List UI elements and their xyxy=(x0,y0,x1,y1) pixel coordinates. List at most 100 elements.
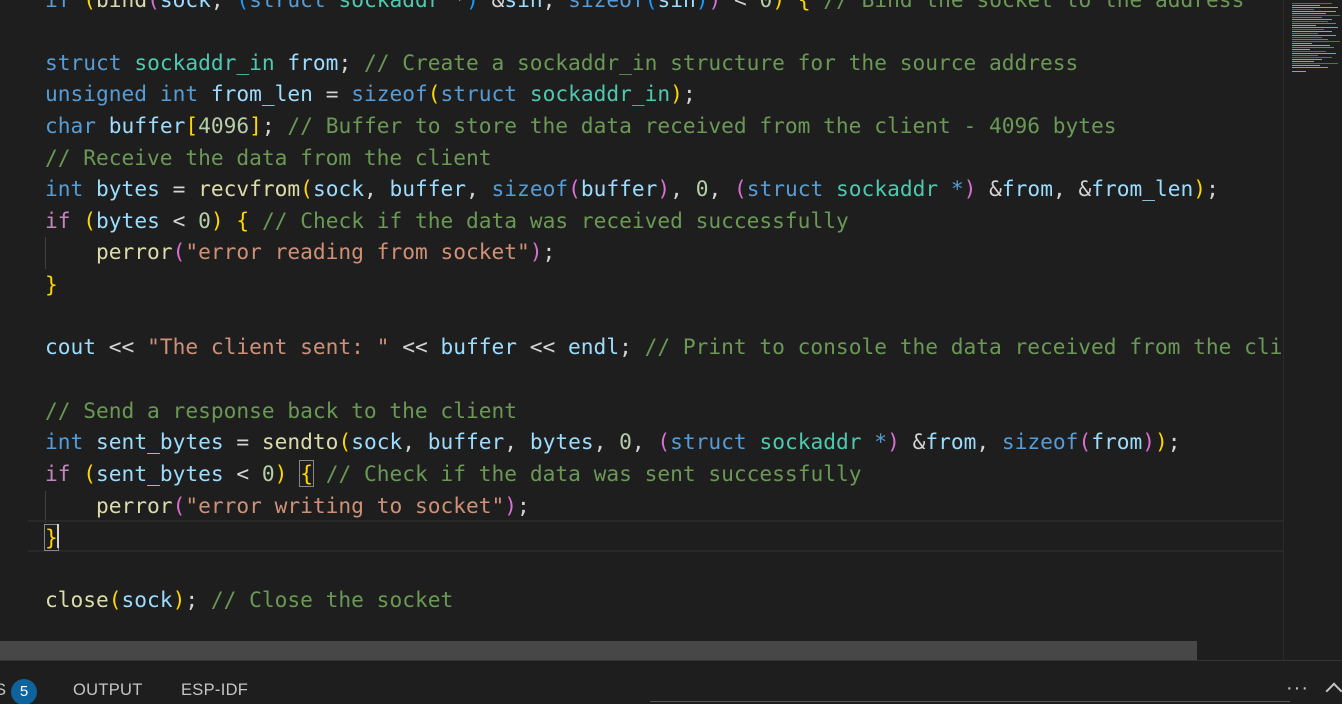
minimap-line xyxy=(1292,43,1312,44)
code-token: 0 xyxy=(760,0,773,12)
code-token: sin xyxy=(657,0,695,12)
minimap-line xyxy=(1292,3,1332,4)
code-line[interactable]: char buffer[4096]; // Buffer to store th… xyxy=(45,110,1117,142)
code-line[interactable]: if (sent_bytes < 0) { // Check if the da… xyxy=(45,458,861,490)
code-token: int xyxy=(45,429,84,454)
minimap-line xyxy=(1292,23,1336,24)
minimap[interactable] xyxy=(1283,0,1342,660)
code-token: << xyxy=(389,334,441,359)
code-editor[interactable]: if (bind(sock, (struct sockaddr *) &sin,… xyxy=(0,0,1283,660)
code-line[interactable]: } xyxy=(45,269,58,301)
code-token: ( xyxy=(83,0,96,12)
code-token: "error reading from socket" xyxy=(185,239,530,264)
code-token: buffer xyxy=(108,113,186,138)
code-token: , xyxy=(708,176,734,201)
code-token: // Check if the data was sent successful… xyxy=(325,461,862,486)
code-token: , xyxy=(211,0,237,12)
code-line[interactable]: perror("error writing to socket"); xyxy=(45,490,530,522)
code-token: sizeof xyxy=(351,81,428,106)
code-token: endl xyxy=(568,334,620,359)
code-token: * xyxy=(453,0,466,12)
code-token: sockaddr_in xyxy=(529,81,671,106)
code-line[interactable]: struct sockaddr_in from; // Create a soc… xyxy=(45,47,1078,79)
code-token: < xyxy=(159,208,199,233)
code-token: ; xyxy=(261,113,288,138)
code-token: from xyxy=(1091,429,1143,454)
code-token: , xyxy=(363,176,390,201)
code-token: "error writing to socket" xyxy=(185,493,505,518)
code-line[interactable]: unsigned int from_len = sizeof(struct so… xyxy=(45,78,696,110)
code-token: = xyxy=(159,176,199,201)
code-token: struct xyxy=(746,176,824,201)
code-line[interactable]: if (bytes < 0) { // Check if the data wa… xyxy=(45,205,849,237)
code-token: buffer xyxy=(440,334,518,359)
tab-esp-idf[interactable]: ESP-IDF xyxy=(181,681,248,700)
code-token: sockaddr xyxy=(836,176,939,201)
code-token: , xyxy=(670,176,696,201)
code-token: // Create a sockaddr_in structure for th… xyxy=(363,50,1079,75)
horizontal-scrollbar[interactable] xyxy=(0,641,1197,660)
code-line[interactable]: if (bind(sock, (struct sockaddr *) &sin,… xyxy=(45,0,1244,16)
code-token: bytes xyxy=(529,429,594,454)
code-line[interactable]: cout << "The client sent: " << buffer <<… xyxy=(45,331,1282,363)
code-line[interactable]: int sent_bytes = sendto(sock, buffer, by… xyxy=(45,426,1181,458)
code-token: sock xyxy=(160,0,211,12)
tab-problems-partial-label[interactable]: S xyxy=(0,681,6,700)
code-token: << xyxy=(96,334,148,359)
code-token: "The client sent: " xyxy=(147,334,390,359)
code-token: sizeof xyxy=(491,176,569,201)
code-token: ( xyxy=(147,0,160,12)
code-token: { xyxy=(798,0,811,12)
code-token: sock xyxy=(312,176,364,201)
minimap-line xyxy=(1292,13,1326,14)
code-line[interactable]: perror("error reading from socket"); xyxy=(45,236,555,268)
code-token: bytes xyxy=(96,176,160,201)
code-token: 4096 xyxy=(198,113,250,138)
code-line[interactable]: int bytes = recvfrom(sock, buffer, sizeo… xyxy=(45,173,1219,205)
code-token: ) xyxy=(696,0,709,12)
tab-output[interactable]: OUTPUT xyxy=(73,681,143,700)
code-token: < xyxy=(223,461,262,486)
code-token: ) xyxy=(963,176,977,201)
code-line[interactable]: } xyxy=(44,522,59,554)
code-line[interactable]: // Send a response back to the client xyxy=(45,395,517,427)
code-token: , xyxy=(976,429,1002,454)
code-token: ) xyxy=(504,493,518,518)
code-token: sin xyxy=(504,0,542,12)
minimap-line xyxy=(1292,59,1322,60)
code-token: ; xyxy=(185,587,211,612)
code-token: & xyxy=(976,176,1002,201)
code-token: } xyxy=(44,524,59,551)
code-token: if xyxy=(45,0,71,12)
code-token: sizeof xyxy=(1001,429,1079,454)
minimap-line xyxy=(1292,55,1318,56)
code-token: ( xyxy=(568,176,581,201)
code-token: { xyxy=(299,460,314,487)
chevron-up-icon[interactable] xyxy=(1325,682,1342,700)
code-token: close xyxy=(45,587,109,612)
text-caret xyxy=(57,524,59,548)
code-token: 0 xyxy=(619,429,632,454)
minimap-line xyxy=(1292,19,1332,20)
code-token: sendto xyxy=(261,429,339,454)
code-line[interactable]: // Receive the data from the client xyxy=(45,142,491,174)
code-token: struct xyxy=(249,0,326,12)
code-token: 0 xyxy=(198,208,211,233)
minimap-line xyxy=(1292,25,1316,26)
code-line[interactable]: close(sock); // Close the socket xyxy=(45,584,453,616)
more-actions-icon[interactable]: ··· xyxy=(1286,677,1309,700)
code-token: ) xyxy=(1155,429,1168,454)
code-token: recvfrom xyxy=(198,176,301,201)
